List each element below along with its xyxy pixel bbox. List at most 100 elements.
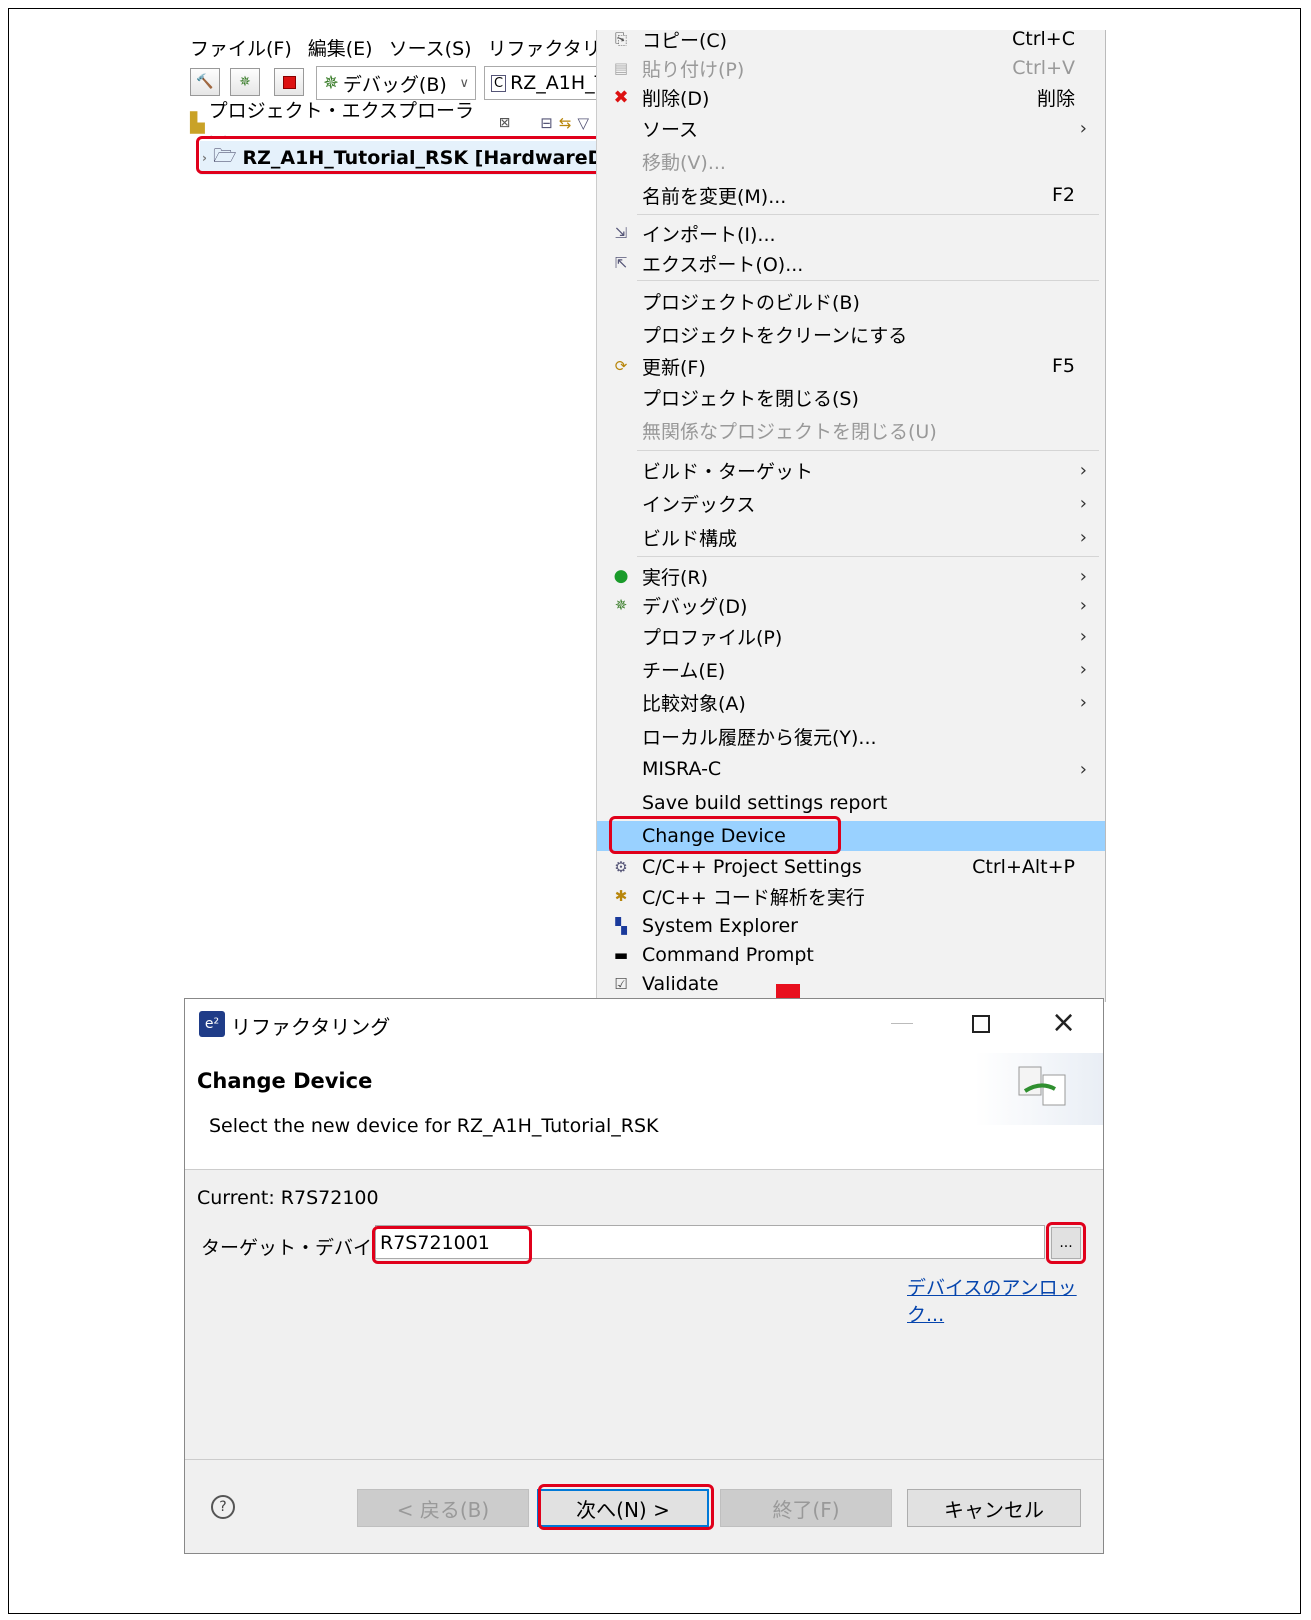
context-menu: ⎘ コピー(C) Ctrl+C ▤ 貼り付け(P) Ctrl+V ✖ 削除(D) 削除 ソー… [596, 28, 1106, 1002]
menu-item-profile[interactable]: プロファイル(P) › [597, 621, 1105, 651]
build-hammer-button[interactable]: 🔨 [190, 68, 220, 96]
config-icon: C [491, 74, 507, 92]
collapse-all-icon[interactable]: ⊟ [540, 114, 553, 132]
menu-item-paste[interactable]: ▤ 貼り付け(P) Ctrl+V [597, 53, 1105, 83]
submenu-arrow-icon: › [1079, 625, 1087, 647]
dialog-footer-divider [185, 1459, 1103, 1460]
import-icon: ⇲ [614, 224, 628, 242]
dialog-heading: Change Device [197, 1069, 373, 1093]
menu-separator [637, 280, 1099, 281]
menu-item-validate[interactable]: ☑ Validate [597, 969, 1105, 999]
terminal-icon: ▬ [613, 946, 629, 964]
menu-item-misra[interactable]: MISRA-C › [597, 754, 1105, 784]
chevron-down-icon: ∨ [459, 75, 469, 91]
submenu-arrow-icon: › [1079, 492, 1087, 514]
dialog-header: Change Device Select the new device for … [185, 1053, 1103, 1170]
menu-item-run[interactable]: ● 実行(R) › [597, 561, 1105, 591]
finish-button[interactable]: 終了(F) [720, 1489, 892, 1527]
menu-item-refresh[interactable]: ⟳ 更新(F) F5 [597, 351, 1105, 381]
minimize-icon[interactable] [891, 1023, 913, 1024]
menu-item-project-settings[interactable]: ⚙ C/C++ Project Settings Ctrl+Alt+P [597, 852, 1105, 882]
menu-item-system-explorer[interactable]: ▚ System Explorer [597, 911, 1105, 941]
menu-bar: ファイル(F) 編集(E) ソース(S) リファクタリング(T) [190, 32, 665, 62]
menu-item-compare[interactable]: 比較対象(A) › [597, 687, 1105, 717]
filter-icon[interactable]: ▽ [577, 114, 589, 132]
cancel-button[interactable]: キャンセル [907, 1489, 1081, 1527]
close-icon[interactable]: ⊠ [499, 115, 511, 131]
debug-icon: ✵ [323, 72, 339, 94]
menu-item-build-config[interactable]: ビルド構成 › [597, 522, 1105, 552]
menu-item-restore-history[interactable]: ローカル履歴から復元(Y)... [597, 721, 1105, 751]
run-icon: ● [613, 566, 629, 586]
submenu-arrow-icon: › [1079, 594, 1087, 616]
current-device: Current: R7S72100 [197, 1187, 379, 1209]
menu-item-close-unrelated[interactable]: 無関係なプロジェクトを閉じる(U) [597, 415, 1105, 445]
menu-item-code-analysis[interactable]: ✱ C/C++ コード解析を実行 [597, 881, 1105, 911]
menu-item-rename[interactable]: 名前を変更(M)... F2 [597, 180, 1105, 210]
back-button[interactable]: < 戻る(B) [357, 1489, 529, 1527]
menu-item-move[interactable]: 移動(V)... [597, 146, 1105, 176]
maximize-icon[interactable] [972, 1015, 990, 1033]
export-icon: ⇱ [614, 254, 628, 272]
launch-mode-label: デバッグ(B) [342, 73, 447, 96]
menu-item-debug[interactable]: ✵ デバッグ(D) › [597, 590, 1105, 620]
menu-file[interactable]: ファイル(F) [190, 34, 292, 61]
launch-config-label: RZ_A1H_T [510, 72, 607, 94]
menu-item-command-prompt[interactable]: ▬ Command Prompt [597, 940, 1105, 970]
menu-separator [637, 214, 1099, 215]
menu-source[interactable]: ソース(S) [389, 34, 472, 61]
menu-item-team[interactable]: チーム(E) › [597, 654, 1105, 684]
menu-separator [637, 556, 1099, 557]
copy-icon: ⎘ [614, 30, 627, 48]
highlight-browse-button [1046, 1222, 1086, 1264]
stop-button[interactable] [274, 68, 304, 96]
help-button[interactable]: ? [211, 1495, 235, 1519]
cancel-button-label: キャンセル [944, 1497, 1044, 1522]
highlight-target-device [372, 1226, 532, 1264]
submenu-arrow-icon: › [1079, 117, 1087, 139]
hammer-icon: 🔨 [196, 74, 214, 90]
menu-item-import[interactable]: ⇲ インポート(I)... [597, 218, 1105, 248]
refactor-wizard-icon [1018, 1066, 1066, 1106]
menu-separator [637, 450, 1099, 451]
link-editor-icon[interactable]: ⇆ [559, 114, 572, 132]
menu-item-index[interactable]: インデックス › [597, 488, 1105, 518]
submenu-arrow-icon: › [1079, 459, 1087, 481]
refactoring-dialog: e² リファクタリング × Change Device Select the n… [184, 998, 1104, 1554]
delete-x-icon: ✖ [613, 86, 629, 108]
submenu-arrow-icon: › [1079, 691, 1087, 713]
menu-item-save-build-report[interactable]: Save build settings report [597, 788, 1105, 818]
menu-item-source[interactable]: ソース › [597, 113, 1105, 143]
menu-edit[interactable]: 編集(E) [308, 34, 373, 61]
project-explorer-tab[interactable]: ▙ プロジェクト・エクスプローラー ⊠ ⊟ ⇆ ▽ ⋮ [190, 100, 610, 149]
debug-bug-button[interactable]: ✵ [230, 68, 260, 96]
close-icon[interactable]: × [1051, 1005, 1076, 1040]
submenu-arrow-icon: › [1079, 758, 1087, 780]
menu-item-copy[interactable]: ⎘ コピー(C) Ctrl+C [597, 24, 1105, 54]
help-icon: ? [219, 1499, 227, 1515]
launch-mode-combo[interactable]: ✵ デバッグ(B) ∨ [316, 66, 476, 100]
refresh-icon: ⟳ [614, 357, 628, 375]
folder-icon: ▙ [190, 112, 205, 134]
target-device-label: ターゲット・デバイス: [201, 1237, 397, 1259]
menu-item-clean-project[interactable]: プロジェクトをクリーンにする [597, 319, 1105, 349]
unlock-device-link[interactable]: デバイスのアンロック... [907, 1273, 1103, 1327]
project-explorer-view [190, 138, 598, 1000]
settings-icon: ⚙ [614, 858, 628, 876]
menu-item-delete[interactable]: ✖ 削除(D) 削除 [597, 82, 1105, 112]
menu-item-close-project[interactable]: プロジェクトを閉じる(S) [597, 382, 1105, 412]
checkbox-icon: ☑ [614, 975, 628, 993]
dialog-description: Select the new device for RZ_A1H_Tutoria… [209, 1115, 659, 1137]
dialog-titlebar: e² リファクタリング × [185, 999, 1103, 1053]
launch-config-combo[interactable]: C RZ_A1H_T [484, 66, 610, 100]
menu-item-build-target[interactable]: ビルド・ターゲット › [597, 455, 1105, 485]
submenu-arrow-icon: › [1079, 565, 1087, 587]
menu-item-export[interactable]: ⇱ エクスポート(O)... [597, 248, 1105, 278]
paste-icon: ▤ [613, 59, 629, 77]
menu-item-build-project[interactable]: プロジェクトのビルド(B) [597, 286, 1105, 316]
highlight-next-button [538, 1484, 714, 1530]
analysis-icon: ✱ [614, 887, 628, 905]
dialog-title: リファクタリング [231, 1015, 391, 1039]
back-button-label: < 戻る(B) [396, 1497, 490, 1522]
submenu-arrow-icon: › [1079, 658, 1087, 680]
